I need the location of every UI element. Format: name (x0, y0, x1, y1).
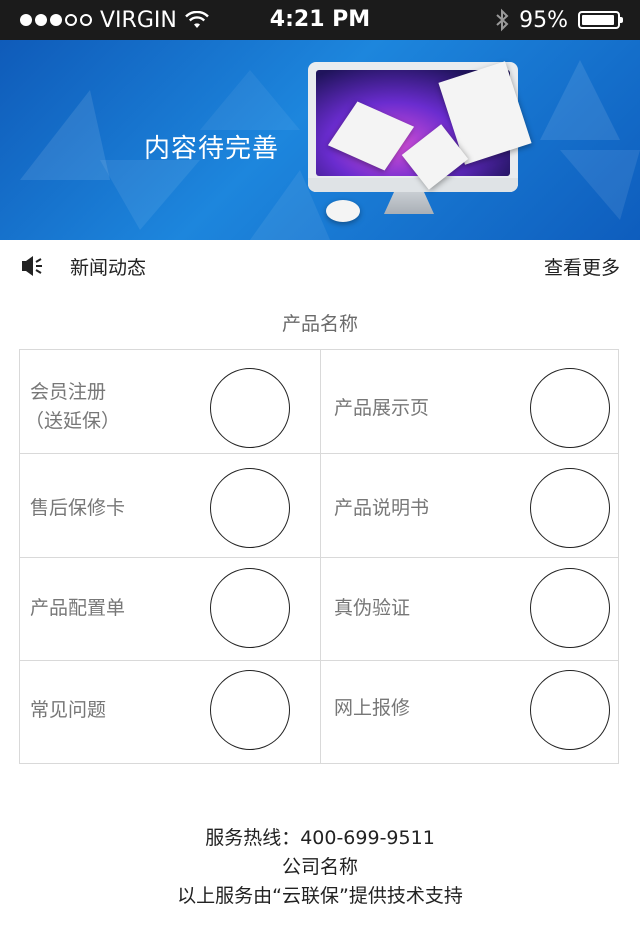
tech-support-note: 以上服务由“云联保”提供技术支持 (177, 885, 463, 907)
cell-label: 网上报修 (334, 697, 411, 719)
news-title[interactable]: 新闻动态 (70, 253, 146, 280)
cell-icon-placeholder (210, 568, 290, 648)
section-title: 产品名称 (281, 313, 358, 335)
cell-icon-placeholder (210, 468, 290, 548)
cell-sublabel: （送延保） (25, 410, 121, 432)
cell-icon-placeholder (210, 368, 290, 448)
cell-icon-placeholder (530, 670, 610, 750)
cell-label: 真伪验证 (334, 597, 411, 619)
speaker-icon (22, 256, 42, 276)
cell-label: 会员注册 (30, 381, 107, 403)
cell-label: 产品展示页 (334, 397, 430, 419)
banner-text: 内容待完善 (144, 134, 280, 164)
cell-icon-placeholder (530, 568, 610, 648)
cell-icon-placeholder (530, 468, 610, 548)
cell-label: 常见问题 (30, 699, 107, 721)
monitor-stand-image (384, 192, 434, 214)
bluetooth-icon (496, 8, 509, 32)
banner[interactable]: 内容待完善 (0, 40, 640, 240)
authenticity-check-cell[interactable]: 真伪验证 (321, 558, 618, 660)
faq-cell[interactable]: 常见问题 (20, 661, 320, 763)
cell-icon-placeholder (210, 670, 290, 750)
status-bar: VIRGIN 4:21 PM 95% (0, 0, 640, 40)
cell-label: 售后保修卡 (30, 497, 126, 519)
member-register-cell[interactable]: 会员注册 （送延保） (20, 350, 320, 453)
warranty-card-cell[interactable]: 售后保修卡 (20, 454, 320, 557)
company-name: 公司名称 (281, 856, 358, 878)
crumpled-paper-image (326, 200, 360, 222)
cell-label: 产品配置单 (30, 597, 126, 619)
service-hotline[interactable]: 服务热线：400-699-9511 (0, 823, 640, 850)
product-manual-cell[interactable]: 产品说明书 (321, 454, 618, 557)
cell-label: 产品说明书 (334, 497, 430, 519)
online-repair-cell[interactable]: 网上报修 (321, 661, 618, 763)
product-showcase-cell[interactable]: 产品展示页 (321, 350, 618, 453)
product-config-cell[interactable]: 产品配置单 (20, 558, 320, 660)
view-more-link[interactable]: 查看更多 (544, 253, 620, 280)
battery-icon (578, 11, 623, 29)
product-grid: 会员注册 （送延保） 产品展示页 售后保修卡 产品说明书 产品配置单 真伪验证 … (19, 349, 619, 764)
battery-percent: 95% (519, 7, 568, 33)
cell-icon-placeholder (530, 368, 610, 448)
